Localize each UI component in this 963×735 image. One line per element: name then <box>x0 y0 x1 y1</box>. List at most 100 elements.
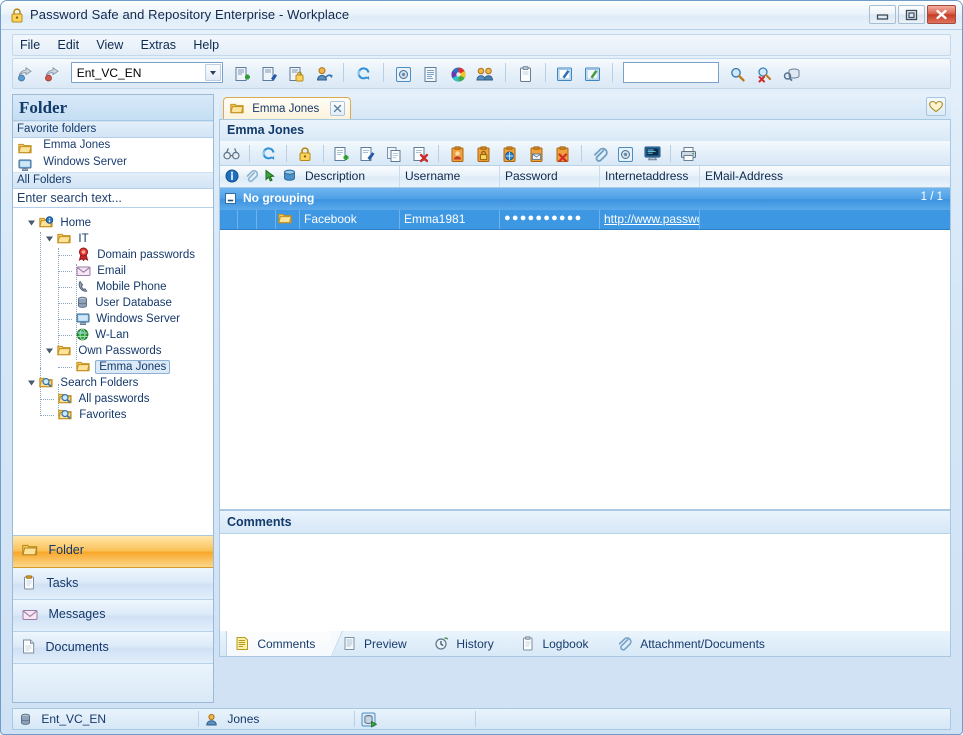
expander-icon[interactable] <box>45 232 54 242</box>
favorite-item-emma-jones[interactable]: Emma Jones <box>13 138 213 155</box>
comments-body[interactable] <box>219 533 951 631</box>
database-search-icon[interactable] <box>780 61 804 86</box>
copy-url-icon[interactable] <box>498 142 521 165</box>
database-icon[interactable] <box>282 169 297 186</box>
user-switch-icon[interactable] <box>312 61 336 86</box>
clear-clipboard-icon[interactable] <box>551 142 574 165</box>
sidebar-item-tasks[interactable]: Tasks <box>13 568 213 600</box>
tree-node-it[interactable]: IT <box>13 231 213 247</box>
new-document-icon[interactable] <box>330 142 353 165</box>
tab-history[interactable]: History <box>426 631 510 656</box>
tab-attachment-documents[interactable]: Attachment/Documents <box>608 631 781 656</box>
attachment-icon[interactable] <box>244 169 259 186</box>
sidebar-item-folder[interactable]: Folder <box>13 536 213 568</box>
tab-label: History <box>456 637 494 651</box>
edit-document-icon[interactable] <box>356 142 379 165</box>
note-edit2-icon[interactable] <box>580 61 604 86</box>
tab-preview[interactable]: Preview <box>335 631 423 656</box>
toolbar-separator <box>669 144 671 162</box>
report-icon[interactable] <box>419 61 443 86</box>
settings-icon[interactable] <box>391 61 415 86</box>
color-wheel-icon[interactable] <box>446 61 470 86</box>
attachment-icon[interactable] <box>588 142 611 165</box>
column-header-internetaddress[interactable]: Internetaddress <box>600 166 700 187</box>
pin-icon[interactable] <box>263 169 277 186</box>
column-header-password[interactable]: Password <box>500 166 600 187</box>
document-tab-label: Emma Jones <box>252 103 320 115</box>
refresh-icon[interactable] <box>257 142 280 165</box>
favorite-toggle-button[interactable] <box>926 97 946 116</box>
copy-document-icon[interactable] <box>383 142 406 165</box>
new-record-icon[interactable] <box>230 61 254 86</box>
tree-node-label: IT <box>78 233 89 245</box>
favorite-item-windows-server[interactable]: Windows Server <box>13 155 213 172</box>
tree-node-user-database[interactable]: User Database <box>13 295 213 311</box>
chevron-down-icon[interactable] <box>204 64 221 81</box>
info-icon[interactable] <box>225 169 239 186</box>
copy-password-icon[interactable] <box>472 142 495 165</box>
refresh-icon[interactable] <box>352 61 376 86</box>
folder-search-input[interactable]: Enter search text... <box>13 189 213 208</box>
copy-email-icon[interactable] <box>525 142 548 165</box>
close-icon[interactable] <box>329 101 345 116</box>
tree-node-search-folders[interactable]: Search Folders <box>13 375 213 391</box>
search-input[interactable] <box>622 62 719 83</box>
row-type-cell <box>276 210 300 229</box>
copy-username-icon[interactable] <box>446 142 469 165</box>
expander-icon[interactable] <box>45 344 54 354</box>
tree-node-home[interactable]: Home <box>13 215 213 231</box>
expander-icon[interactable] <box>27 216 36 226</box>
password-record-icon[interactable] <box>285 61 309 86</box>
application-window: Password Safe and Repository Enterprise … <box>0 0 963 735</box>
tab-comments[interactable]: Comments <box>226 631 344 657</box>
login-icon[interactable] <box>13 61 37 86</box>
table-row[interactable]: Facebook Emma1981 ●●●●●●●●●● http://www.… <box>220 210 950 230</box>
menu-file[interactable]: File <box>13 35 47 54</box>
sidebar-item-messages[interactable]: Messages <box>13 600 213 632</box>
users-icon[interactable] <box>473 61 497 86</box>
grid-group-row[interactable]: No grouping 1 / 1 <box>220 188 950 210</box>
profile-combobox[interactable]: Ent_VC_EN <box>70 62 223 83</box>
binoculars-icon[interactable] <box>220 142 243 165</box>
cell-internetaddress[interactable]: http://www.passwor <box>600 210 700 229</box>
column-header-description[interactable]: Description <box>300 166 400 187</box>
column-header-username[interactable]: Username <box>400 166 500 187</box>
sidebar-item-documents[interactable]: Documents <box>13 632 213 664</box>
clear-search-icon[interactable] <box>753 61 777 86</box>
tree-node-windows-server[interactable]: Windows Server <box>13 311 213 327</box>
menu-extras[interactable]: Extras <box>134 35 183 54</box>
note-edit-icon[interactable] <box>553 61 577 86</box>
tree-node-emma-jones[interactable]: Emma Jones <box>13 359 213 375</box>
print-icon[interactable] <box>677 142 700 165</box>
tree-node-w-lan[interactable]: W-Lan <box>13 327 213 343</box>
delete-document-icon[interactable] <box>409 142 432 165</box>
tree-node-email[interactable]: Email <box>13 263 213 279</box>
logout-icon[interactable] <box>40 61 64 86</box>
tree-node-all-passwords[interactable]: All passwords <box>13 391 213 407</box>
expander-icon[interactable] <box>27 376 36 386</box>
folder-icon <box>230 103 248 118</box>
lock-icon[interactable] <box>293 142 316 165</box>
document-tab-emma-jones[interactable]: Emma Jones <box>223 97 351 119</box>
profile-combobox-value: Ent_VC_EN <box>76 66 142 80</box>
status-sync[interactable] <box>355 709 475 729</box>
tab-logbook[interactable]: Logbook <box>513 631 604 656</box>
edit-record-icon[interactable] <box>257 61 281 86</box>
clipboard-icon[interactable] <box>513 61 537 86</box>
settings-icon[interactable] <box>614 142 637 165</box>
tree-node-own-passwords[interactable]: Own Passwords <box>13 343 213 359</box>
tree-node-domain-passwords[interactable]: Domain passwords <box>13 247 213 263</box>
maximize-button[interactable] <box>898 5 925 24</box>
close-button[interactable] <box>927 5 956 24</box>
cell-email-address <box>700 210 950 229</box>
group-collapse-icon[interactable] <box>225 193 236 204</box>
rdp-icon[interactable] <box>641 142 664 165</box>
tree-node-favorites[interactable]: Favorites <box>13 407 213 423</box>
search-icon[interactable] <box>725 61 749 86</box>
menu-edit[interactable]: Edit <box>51 35 87 54</box>
menu-view[interactable]: View <box>89 35 130 54</box>
menu-help[interactable]: Help <box>186 35 226 54</box>
column-header-email-address[interactable]: EMail-Address <box>700 166 950 187</box>
minimize-button[interactable] <box>869 5 896 24</box>
tree-node-mobile-phone[interactable]: Mobile Phone <box>13 279 213 295</box>
